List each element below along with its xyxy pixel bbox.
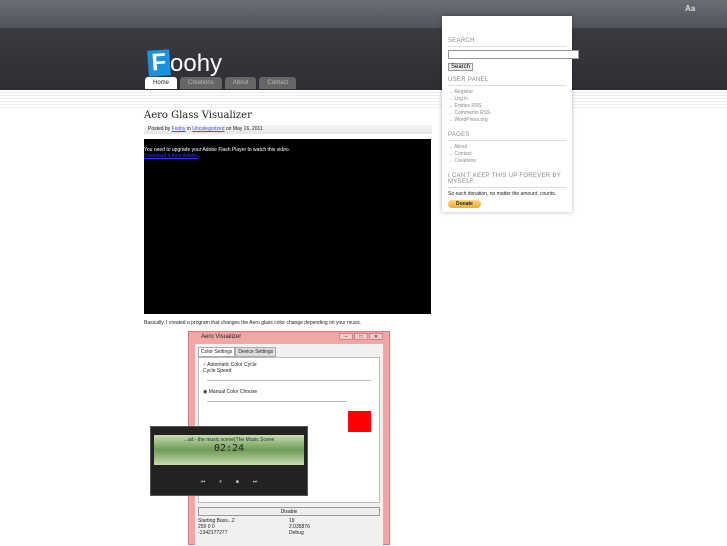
prev-icon: ⏮: [200, 479, 206, 485]
search-button[interactable]: Search: [448, 63, 474, 71]
radio-label: Manual Color Choose: [208, 389, 258, 395]
cycle-speed-slider: [207, 380, 371, 381]
page-creations[interactable]: → Creations: [448, 158, 566, 165]
close-icon: ✕: [369, 333, 383, 340]
sidebar: SEARCH Search USER PANEL → Register → Lo…: [442, 16, 579, 212]
link-label: About: [454, 144, 468, 150]
nav-contact[interactable]: Contact: [259, 77, 297, 89]
tab-color-settings: Color Settings: [198, 347, 236, 357]
flash-download-link[interactable]: Download it from Adobe.: [144, 153, 431, 159]
post-body: Basically, I created a program that chan…: [144, 320, 362, 326]
header: [0, 28, 727, 90]
tab-device-settings: Device Settings: [235, 347, 277, 357]
meta-in: in: [186, 126, 191, 132]
link-entries-rss[interactable]: → Entries RSS: [448, 103, 566, 110]
page-about[interactable]: → About: [448, 144, 566, 151]
next-icon: ⏭: [252, 479, 258, 485]
author-link[interactable]: Foohy: [172, 126, 186, 132]
player-display: ...ad - the music scene(The Music Scene …: [154, 435, 304, 465]
link-label: Register: [454, 89, 474, 95]
stat: Debug: [289, 530, 304, 536]
link-label: WordPress.org: [454, 117, 488, 123]
link-label: Entries RSS: [454, 103, 482, 109]
page-contact[interactable]: → Contact: [448, 151, 566, 158]
search-heading: SEARCH: [448, 38, 566, 47]
logo-text: oohy: [170, 50, 223, 77]
header-stripes: [0, 90, 727, 108]
donate-heading: I CAN'T KEEP THIS UP FOREVER BY MYSELF.: [448, 173, 566, 188]
app-title: Aero Visualizer: [201, 334, 242, 340]
disable-button: Disable: [198, 507, 380, 516]
nav-home[interactable]: Home: [145, 77, 178, 89]
color-slider: [207, 401, 347, 402]
donate-button[interactable]: Donate: [448, 200, 481, 208]
minimize-icon: –: [339, 333, 353, 340]
maximize-icon: □: [354, 333, 368, 340]
link-login[interactable]: → Log in: [448, 96, 566, 103]
stats: Starting Bass...2 19 255 0 0 2.035876 -134…: [198, 518, 380, 536]
search-input[interactable]: [448, 50, 579, 59]
manual-radio: ◉ Manual Color Choose: [203, 389, 258, 395]
link-label: Creations: [454, 158, 476, 164]
window-controls: – □ ✕: [339, 333, 383, 340]
cycle-speed-label: Cycle Speed: [203, 368, 232, 374]
screenshot-music-player: ...ad - the music scene(The Music Scene …: [150, 426, 308, 496]
site-logo[interactable]: Foohy: [147, 49, 223, 77]
link-comments-rss[interactable]: → Comments RSS: [448, 110, 566, 117]
link-wordpress[interactable]: → WordPress.org: [448, 117, 566, 124]
stat: -1342177277: [198, 530, 228, 536]
nav-about[interactable]: About: [224, 77, 257, 89]
logo-letter: F: [147, 49, 171, 77]
track-time: 02:24: [213, 443, 245, 454]
top-bar: [0, 0, 727, 28]
link-label: Contact: [454, 151, 472, 157]
stop-icon: ■: [235, 479, 239, 485]
link-label: Comments RSS: [454, 110, 491, 116]
font-size-control[interactable]: Aa: [685, 4, 695, 13]
user-panel-heading: USER PANEL: [448, 77, 566, 86]
post-meta: Posted by Foohy in Uncategorized on May …: [144, 125, 432, 134]
category-link[interactable]: Uncategorized: [192, 126, 224, 132]
main-nav: Home Creations About Contact: [145, 77, 297, 89]
pause-icon: ⏸: [219, 479, 222, 485]
nav-creations[interactable]: Creations: [180, 77, 222, 89]
color-swatch: [348, 411, 371, 432]
video-embed[interactable]: You need to upgrade your Adobe Flash Pla…: [144, 139, 431, 314]
donate-text: So each donation, no matter the amount, …: [448, 191, 557, 197]
link-label: Log in: [454, 96, 469, 102]
post-title[interactable]: Aero Glass Visualizer: [144, 110, 252, 121]
meta-label: Posted by: [148, 126, 171, 132]
pages-heading: PAGES: [448, 132, 566, 141]
post-date: on May 16, 2011: [225, 126, 263, 132]
link-register[interactable]: → Register: [448, 89, 566, 96]
